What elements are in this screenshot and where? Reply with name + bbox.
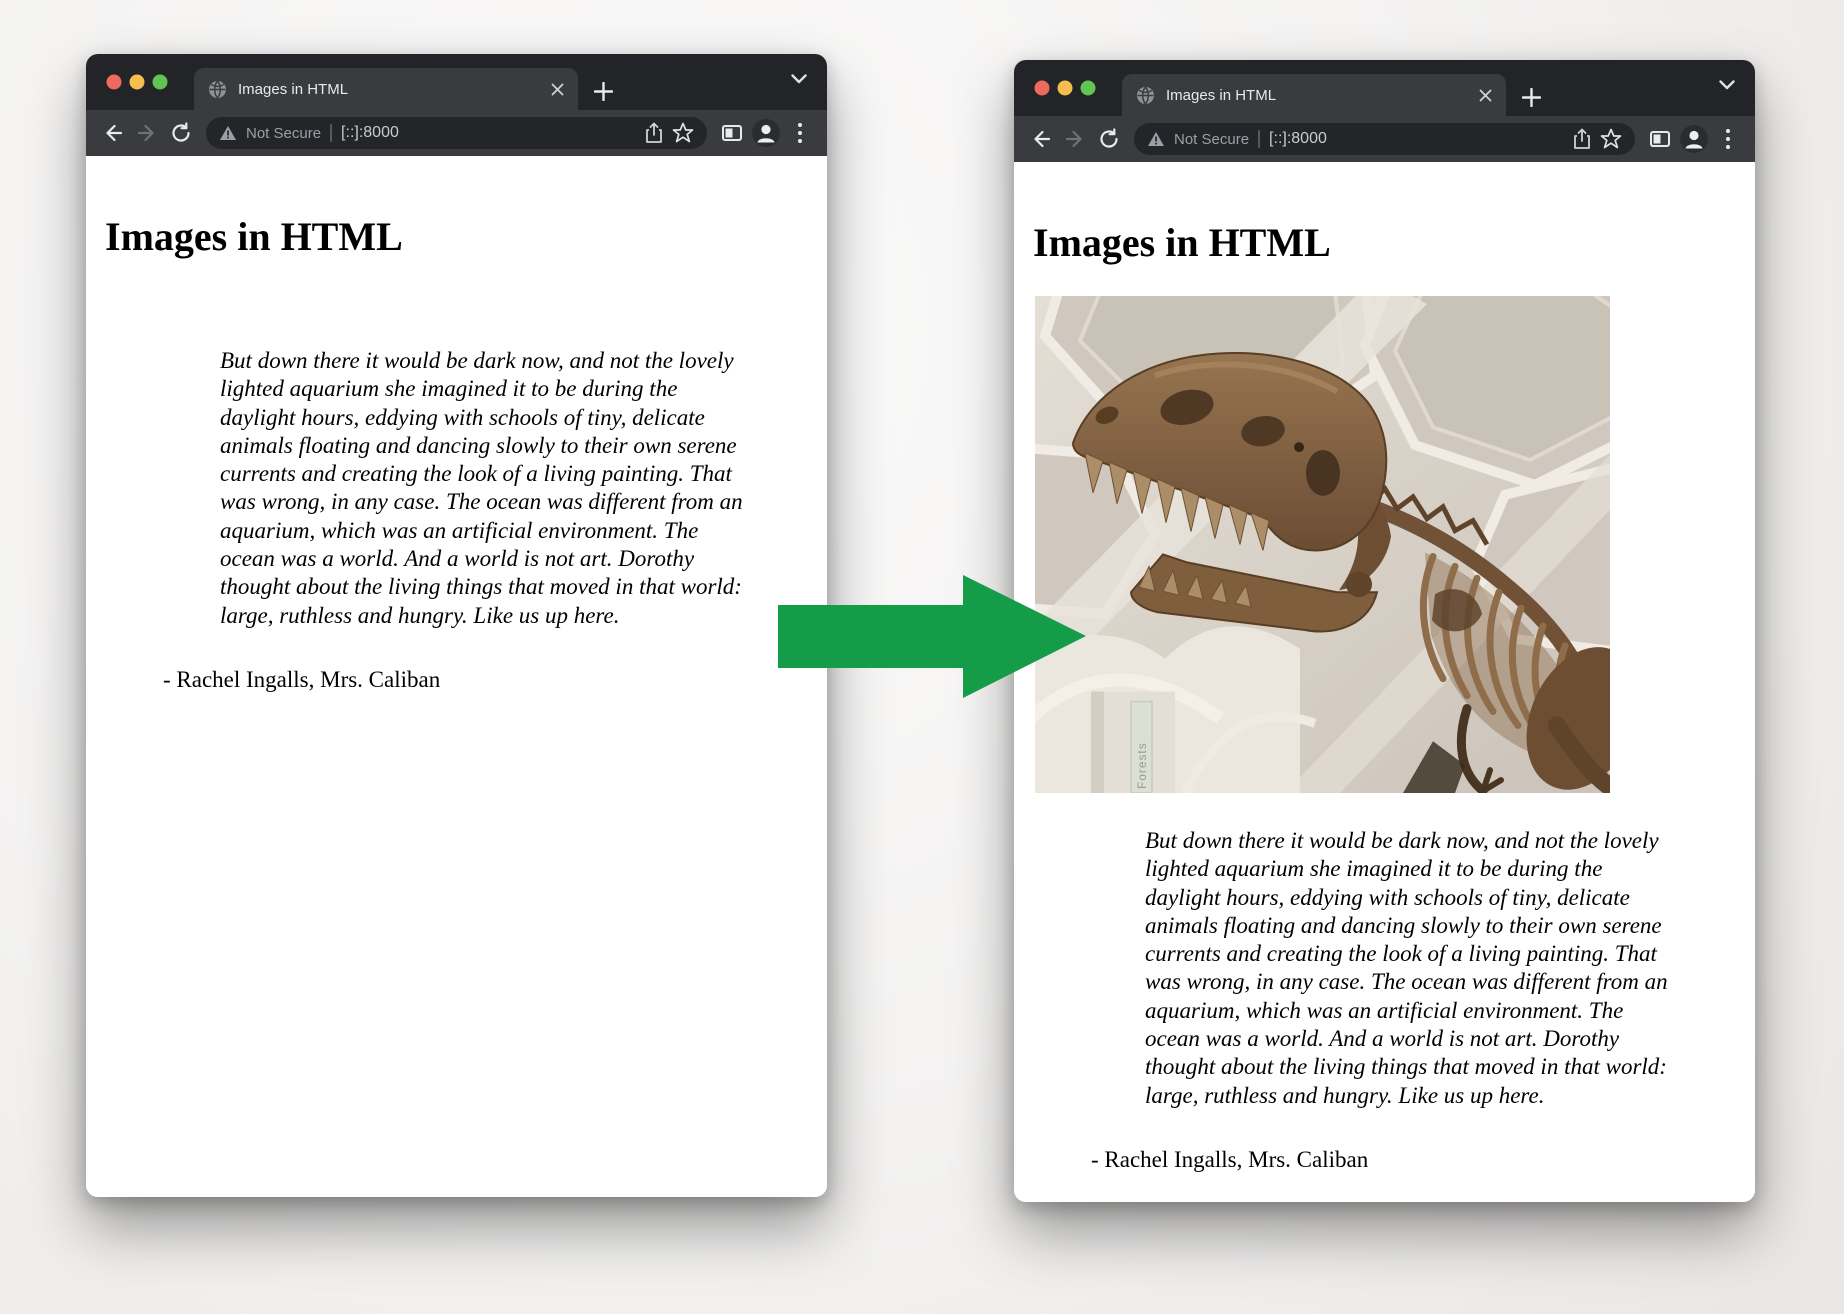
page-content-before: Images in HTML But down there it would b…	[86, 156, 827, 1197]
browser-tab[interactable]: Images in HTML	[194, 68, 578, 110]
forward-button[interactable]	[1058, 122, 1092, 156]
quote-attribution: - Rachel Ingalls, Mrs. Caliban	[163, 667, 827, 693]
menu-kebab-button[interactable]	[783, 116, 817, 150]
transform-arrow	[776, 574, 1088, 700]
back-button[interactable]	[96, 116, 130, 150]
share-icon[interactable]	[1573, 128, 1591, 150]
not-secure-warning-icon	[219, 125, 237, 141]
browser-toolbar: Not Secure [::]:8000	[86, 110, 827, 156]
url-text: [::]:8000	[1269, 130, 1327, 148]
menu-kebab-button[interactable]	[1711, 122, 1745, 156]
browser-tab[interactable]: Images in HTML	[1122, 74, 1506, 116]
globe-favicon-icon	[1136, 86, 1155, 105]
sidebar-toggle-button[interactable]	[715, 116, 749, 150]
close-tab-icon[interactable]	[551, 83, 564, 96]
address-bar[interactable]: Not Secure [::]:8000	[1134, 123, 1635, 155]
url-text: [::]:8000	[341, 124, 399, 142]
tab-title: Images in HTML	[1166, 87, 1479, 104]
bookmark-star-icon[interactable]	[1600, 128, 1622, 150]
not-secure-warning-icon	[1147, 131, 1165, 147]
back-button[interactable]	[1024, 122, 1058, 156]
security-label: Not Secure	[1174, 131, 1249, 148]
zoom-window-button[interactable]	[152, 74, 168, 90]
omnibox-divider	[330, 124, 332, 142]
zoom-window-button[interactable]	[1080, 80, 1096, 96]
address-bar[interactable]: Not Secure [::]:8000	[206, 117, 707, 149]
minimize-window-button[interactable]	[1057, 80, 1073, 96]
share-icon[interactable]	[645, 122, 663, 144]
tab-search-chevron-icon[interactable]	[1719, 80, 1735, 90]
globe-favicon-icon	[208, 80, 227, 99]
tab-search-chevron-icon[interactable]	[791, 74, 807, 84]
page-content-after: Images in HTML	[1014, 162, 1755, 1202]
browser-window-after: Images in HTML	[1014, 60, 1755, 1202]
profile-avatar-button[interactable]	[1677, 122, 1711, 156]
forward-button[interactable]	[130, 116, 164, 150]
quote-block: But down there it would be dark now, and…	[220, 347, 757, 630]
sidebar-toggle-button[interactable]	[1643, 122, 1677, 156]
profile-avatar-button[interactable]	[749, 116, 783, 150]
quote-attribution: - Rachel Ingalls, Mrs. Caliban	[1091, 1147, 1755, 1173]
traffic-lights	[106, 74, 168, 90]
tab-strip: Images in HTML	[86, 54, 827, 110]
new-tab-button[interactable]	[1522, 88, 1541, 107]
tab-title: Images in HTML	[238, 81, 551, 98]
close-tab-icon[interactable]	[1479, 89, 1492, 102]
close-window-button[interactable]	[1034, 80, 1050, 96]
new-tab-button[interactable]	[594, 82, 613, 101]
traffic-lights	[1034, 80, 1096, 96]
browser-toolbar: Not Secure [::]:8000	[1014, 116, 1755, 162]
security-label: Not Secure	[246, 125, 321, 142]
page-title: Images in HTML	[105, 214, 827, 260]
tab-strip: Images in HTML	[1014, 60, 1755, 116]
browser-window-before: Images in HTML	[86, 54, 827, 1197]
page-title: Images in HTML	[1033, 220, 1755, 266]
close-window-button[interactable]	[106, 74, 122, 90]
reload-button[interactable]	[164, 116, 198, 150]
reload-button[interactable]	[1092, 122, 1126, 156]
quote-block: But down there it would be dark now, and…	[1145, 827, 1682, 1110]
bookmark-star-icon[interactable]	[672, 122, 694, 144]
omnibox-divider	[1258, 130, 1260, 148]
minimize-window-button[interactable]	[129, 74, 145, 90]
trex-skeleton-photo: Forests	[1035, 296, 1610, 793]
